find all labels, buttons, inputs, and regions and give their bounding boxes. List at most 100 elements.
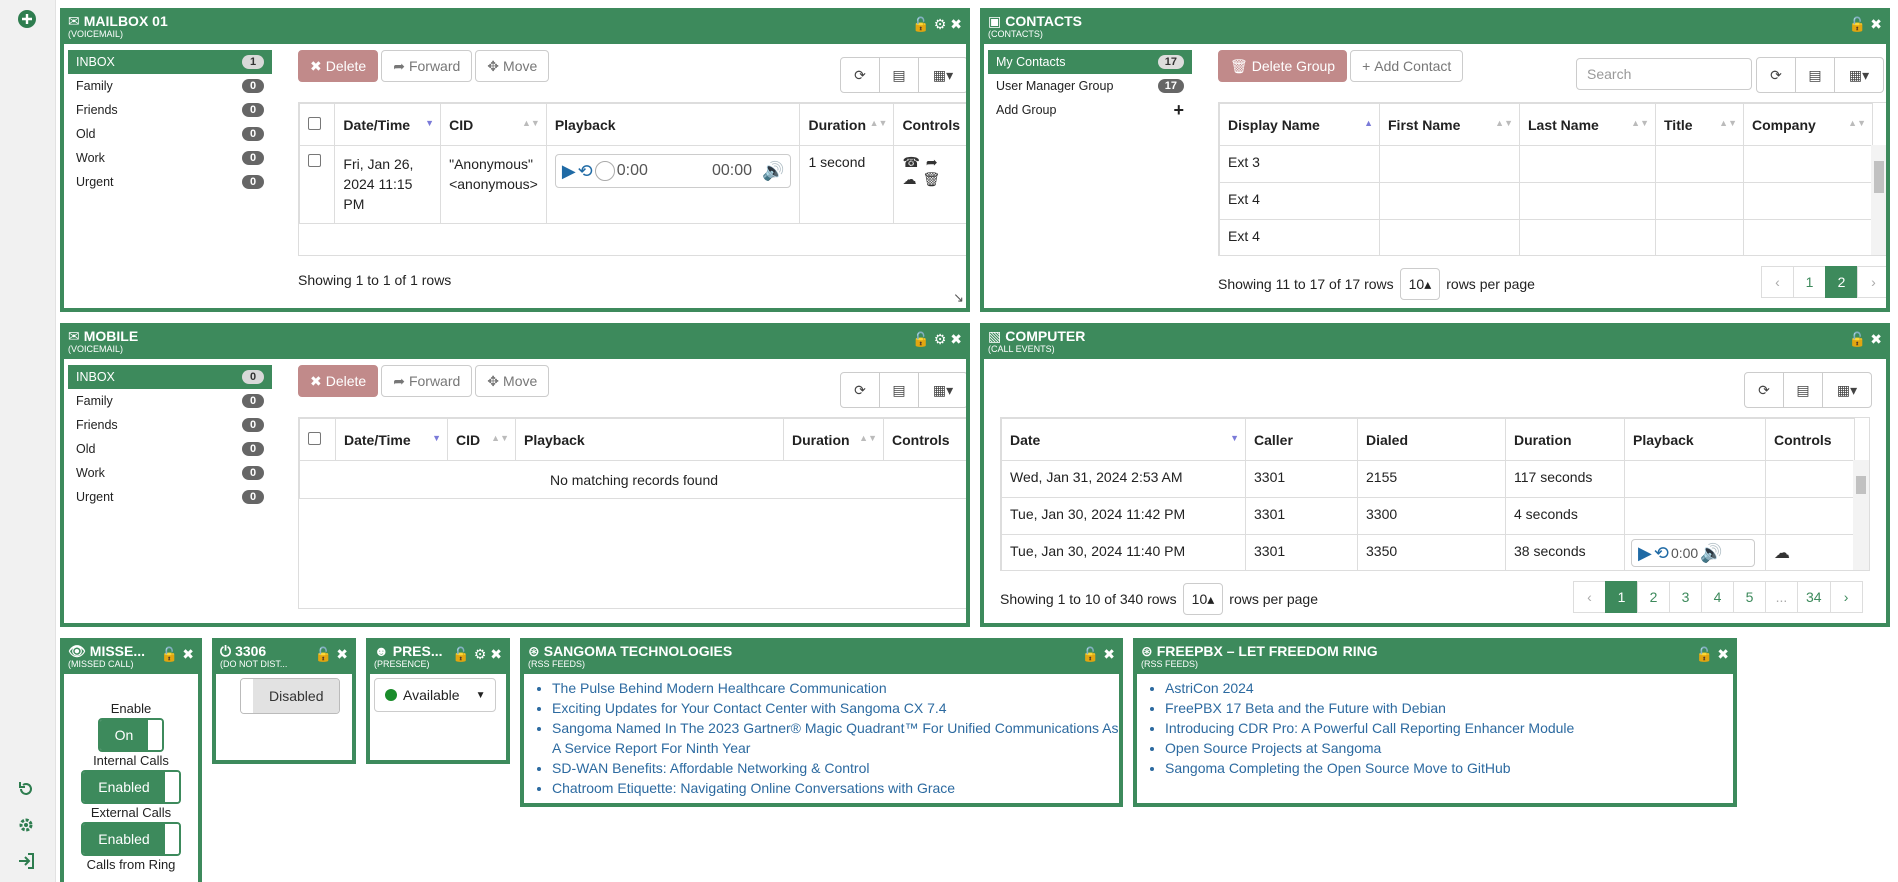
volume-icon[interactable]: 🔊 [762, 161, 784, 182]
rss-link[interactable]: SD-WAN Benefits: Affordable Networking &… [552, 758, 1119, 778]
cloud-download-icon[interactable]: ☁ [1774, 545, 1790, 562]
rss-link[interactable]: Open Source Projects at Sangoma [1165, 738, 1733, 758]
refresh-icon[interactable] [17, 780, 39, 802]
col-first-name[interactable]: First Name ▲▼ [1379, 103, 1520, 146]
add-group-button[interactable]: Add Group + [988, 98, 1192, 122]
close-icon[interactable]: ✖ [950, 16, 962, 32]
move-button[interactable]: ✥ Move [475, 50, 550, 82]
page-2[interactable]: 2 [1825, 266, 1858, 298]
play-icon[interactable]: ▶ [1638, 543, 1652, 564]
table-row[interactable]: Ext 4 [1219, 182, 1873, 220]
refresh-button[interactable]: ⟳ [840, 372, 880, 408]
forward-button[interactable]: ➦ Forward [381, 365, 473, 397]
toggle-view-button[interactable]: ▤ [879, 372, 919, 408]
page-5[interactable]: 5 [1733, 581, 1766, 613]
unlock-icon[interactable]: 🔓 [1082, 646, 1099, 662]
columns-button[interactable]: ▦▾ [1822, 372, 1872, 408]
rss-link[interactable]: FreePBX 17 Beta and the Future with Debi… [1165, 698, 1733, 718]
folder-inbox[interactable]: INBOX 1 [68, 50, 272, 74]
col-company[interactable]: Company ▲▼ [1743, 103, 1873, 146]
delete-group-button[interactable]: 🗑 Delete Group [1218, 50, 1348, 82]
col-datetime[interactable]: Date/Time ▼ [334, 103, 442, 146]
gear-icon[interactable]: ⚙ [474, 646, 487, 662]
select-all-checkbox[interactable] [308, 116, 321, 130]
delete-button[interactable]: ✖ Delete [298, 365, 379, 397]
folder-work[interactable]: Work 0 [68, 146, 272, 170]
toggle-view-button[interactable]: ▤ [1795, 57, 1835, 93]
select-all-checkbox[interactable] [308, 431, 321, 445]
group-user-manager[interactable]: User Manager Group 17 [988, 74, 1192, 98]
folder-family[interactable]: Family 0 [68, 389, 272, 413]
volume-icon[interactable]: 🔊 [1700, 543, 1722, 564]
page-next[interactable]: › [1857, 266, 1886, 298]
refresh-button[interactable]: ⟳ [1744, 372, 1784, 408]
page-1[interactable]: 1 [1605, 581, 1638, 613]
refresh-button[interactable]: ⟳ [840, 57, 880, 93]
page-prev[interactable]: ‹ [1761, 266, 1794, 298]
rows-per-page-select[interactable]: 10 ▴ [1182, 583, 1224, 615]
rss-link[interactable]: Chatroom Etiquette: Navigating Online Co… [552, 778, 1119, 798]
replay-icon[interactable]: ⟲ [578, 161, 593, 182]
gear-icon[interactable] [17, 816, 39, 838]
rss-link[interactable]: Sangoma Completing the Open Source Move … [1165, 758, 1733, 778]
table-scrollbar[interactable] [1871, 145, 1886, 255]
col-title[interactable]: Title ▲▼ [1655, 103, 1744, 146]
trash-icon[interactable]: 🗑 [922, 171, 940, 188]
col-duration[interactable]: Duration ▲▼ [799, 103, 895, 146]
unlock-icon[interactable]: 🔓 [1849, 331, 1866, 347]
forward-button[interactable]: ➦ Forward [381, 50, 473, 82]
columns-button[interactable]: ▦▾ [918, 57, 966, 93]
unlock-icon[interactable]: 🔓 [912, 331, 929, 347]
col-display-name[interactable]: Display Name ▲ [1219, 103, 1380, 146]
folder-friends[interactable]: Friends 0 [68, 98, 272, 122]
rss-link[interactable]: The Pulse Behind Modern Healthcare Commu… [552, 678, 1119, 698]
unlock-icon[interactable]: 🔓 [161, 646, 178, 662]
col-duration[interactable]: Duration ▲▼ [783, 418, 884, 461]
dnd-toggle[interactable]: Disabled [240, 678, 341, 714]
search-input[interactable]: Search [1576, 58, 1752, 90]
forward-icon[interactable]: ➦ [926, 154, 938, 171]
close-icon[interactable]: ✖ [950, 331, 962, 347]
rss-link[interactable]: Sangoma Named In The 2023 Gartner® Magic… [552, 718, 1119, 758]
external-calls-toggle[interactable]: Enabled [81, 822, 181, 856]
col-cid[interactable]: CID ▲▼ [447, 418, 516, 461]
close-icon[interactable]: ✖ [336, 646, 348, 662]
unlock-icon[interactable]: 🔓 [452, 646, 469, 662]
table-scrollbar[interactable] [1853, 460, 1869, 570]
rows-per-page-select[interactable]: 10 ▴ [1399, 268, 1441, 300]
page-4[interactable]: 4 [1701, 581, 1734, 613]
columns-button[interactable]: ▦▾ [1834, 57, 1884, 93]
resize-handle-icon[interactable]: ↘ [953, 290, 964, 306]
page-1[interactable]: 1 [1793, 266, 1826, 298]
col-cid[interactable]: CID ▲▼ [440, 103, 547, 146]
phone-icon[interactable]: ☎ [902, 154, 919, 171]
folder-family[interactable]: Family 0 [68, 74, 272, 98]
close-icon[interactable]: ✖ [490, 646, 502, 662]
close-icon[interactable]: ✖ [182, 646, 194, 662]
columns-button[interactable]: ▦▾ [918, 372, 966, 408]
toggle-view-button[interactable]: ▤ [1783, 372, 1823, 408]
page-next[interactable]: › [1829, 581, 1863, 613]
col-date[interactable]: Date ▼ [1001, 418, 1246, 461]
folder-urgent[interactable]: Urgent 0 [68, 485, 272, 509]
sign-out-icon[interactable] [17, 852, 39, 874]
folder-urgent[interactable]: Urgent 0 [68, 170, 272, 194]
cloud-download-icon[interactable]: ☁ [902, 171, 916, 188]
toggle-view-button[interactable]: ▤ [879, 57, 919, 93]
folder-old[interactable]: Old 0 [68, 437, 272, 461]
unlock-icon[interactable]: 🔓 [315, 646, 332, 662]
page-34[interactable]: 34 [1797, 581, 1831, 613]
gear-icon[interactable]: ⚙ [934, 331, 947, 347]
group-my-contacts[interactable]: My Contacts 17 [988, 50, 1192, 74]
close-icon[interactable]: ✖ [1103, 646, 1115, 662]
refresh-button[interactable]: ⟳ [1756, 57, 1796, 93]
close-icon[interactable]: ✖ [1870, 16, 1882, 32]
unlock-icon[interactable]: 🔓 [1849, 16, 1866, 32]
rss-link[interactable]: Exciting Updates for Your Contact Center… [552, 698, 1119, 718]
folder-old[interactable]: Old 0 [68, 122, 272, 146]
unlock-icon[interactable]: 🔓 [912, 16, 929, 32]
gear-icon[interactable]: ⚙ [934, 16, 947, 32]
page-3[interactable]: 3 [1669, 581, 1702, 613]
close-icon[interactable]: ✖ [1870, 331, 1882, 347]
rss-link[interactable]: Introducing CDR Pro: A Powerful Call Rep… [1165, 718, 1733, 738]
